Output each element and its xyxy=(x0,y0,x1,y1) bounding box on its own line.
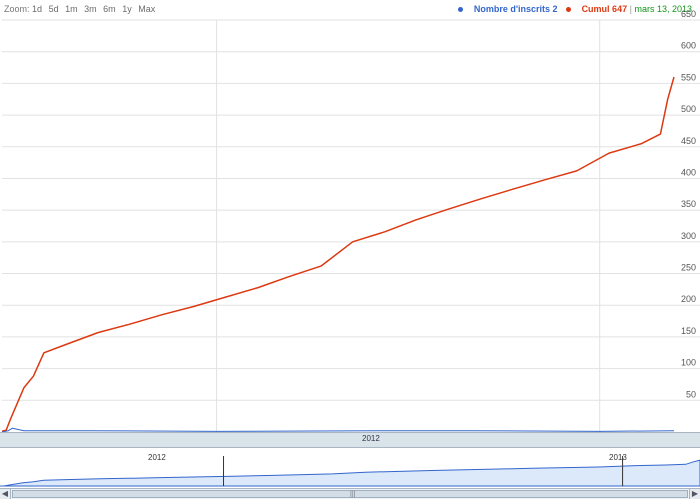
scroll-grip-icon: ||| xyxy=(350,491,356,498)
y-tick-label-400: 400 xyxy=(681,167,696,177)
y-tick-label-550: 550 xyxy=(681,72,696,82)
overview-label-2013: 2013 xyxy=(609,453,627,462)
overview-area xyxy=(0,459,700,487)
main-chart[interactable]: Zoom: 1d 5d 1m 3m 6m 1y Max Nombre d'ins… xyxy=(0,0,700,432)
main-chart-svg: 50 100 150 200 250 300 350 400 450 500 550 600 650 xyxy=(1,9,700,432)
y-tick-label-200: 200 xyxy=(681,294,696,304)
y-tick-label-600: 600 xyxy=(681,41,696,51)
time-axis-strip: 2012 xyxy=(0,432,700,448)
range-scrollbar[interactable]: ◀ ||| ▶ xyxy=(0,488,700,499)
y-tick-label-100: 100 xyxy=(681,358,696,368)
y-tick-label-300: 300 xyxy=(681,231,696,241)
overview-svg xyxy=(0,456,700,487)
y-tick-label-450: 450 xyxy=(681,136,696,146)
scroll-right-button[interactable]: ▶ xyxy=(689,489,700,499)
y-tick-label-150: 150 xyxy=(681,326,696,336)
series-line-cumul xyxy=(1,76,675,432)
scroll-thumb[interactable]: ||| xyxy=(12,490,688,498)
y-tick-label-350: 350 xyxy=(681,199,696,209)
overview-chart[interactable]: 2012 2013 xyxy=(0,448,700,488)
y-tick-label-500: 500 xyxy=(681,104,696,114)
y-tick-label-250: 250 xyxy=(681,263,696,273)
axis-year-label: 2012 xyxy=(362,434,380,443)
y-tick-label-650: 650 xyxy=(681,9,696,19)
overview-label-2012: 2012 xyxy=(148,453,166,462)
scroll-left-button[interactable]: ◀ xyxy=(0,489,11,499)
y-tick-label-50: 50 xyxy=(686,389,696,399)
